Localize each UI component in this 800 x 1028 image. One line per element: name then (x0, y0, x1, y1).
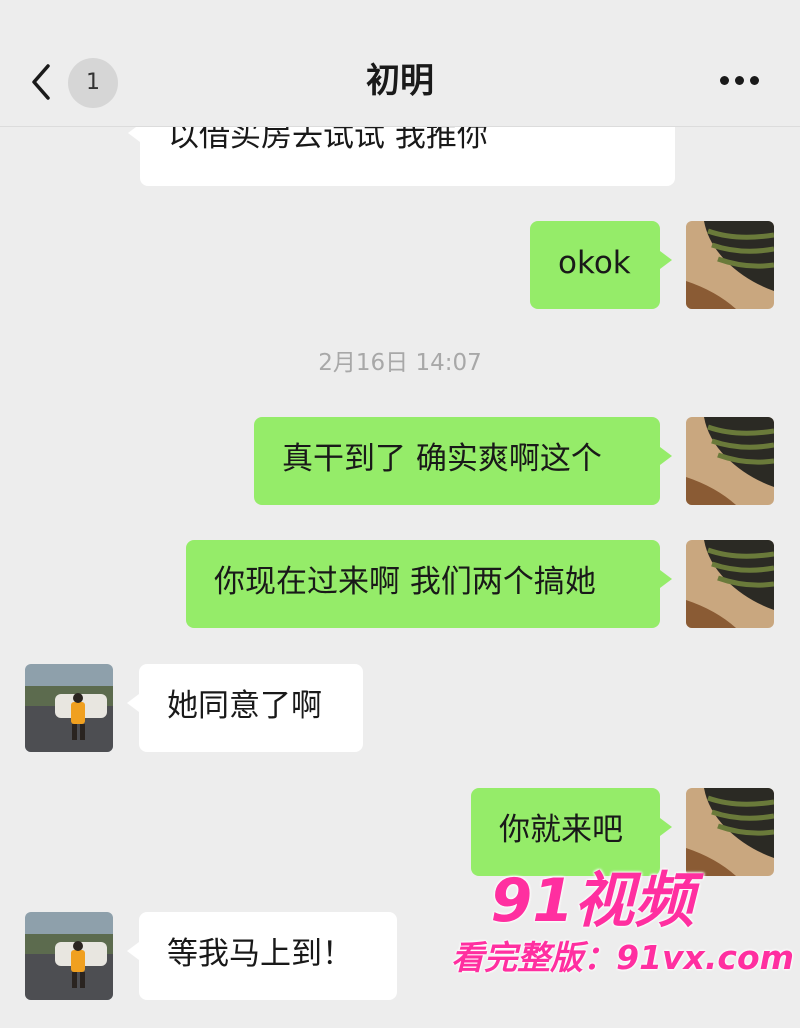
watermark-url: 看完整版：91vx.com (451, 938, 794, 977)
my-avatar[interactable] (686, 221, 774, 309)
watermark-overlay: 91视频 看完整版：91vx.com (374, 866, 794, 1016)
contact-name: 初明 (366, 61, 434, 101)
message-bubble-outgoing[interactable]: 你现在过来啊 我们两个搞她 (186, 540, 672, 628)
sweater-photo-icon (686, 221, 774, 309)
more-options-button[interactable] (718, 70, 762, 92)
message-text: 你现在过来啊 我们两个搞她 (214, 564, 596, 600)
street-photo-icon (25, 912, 113, 1000)
message-text: 等我马上到！ (167, 936, 353, 972)
more-dot-icon (735, 76, 744, 85)
message-text: okok (558, 245, 631, 281)
chat-header: 1 初明 (0, 0, 800, 127)
message-bubble-incoming[interactable]: 等我马上到！ (127, 912, 397, 1000)
my-avatar[interactable] (686, 788, 774, 876)
contact-avatar[interactable] (25, 912, 113, 1000)
watermark-logo: 91视频 (490, 866, 695, 936)
message-text: 真干到了 确实爽啊这个 (282, 441, 602, 477)
message-text: 你就来吧 (499, 812, 623, 848)
my-avatar[interactable] (686, 417, 774, 505)
message-bubble-outgoing[interactable]: 真干到了 确实爽啊这个 (254, 417, 672, 505)
more-dot-icon (750, 76, 759, 85)
message-bubble-outgoing[interactable]: 你就来吧 (471, 788, 672, 876)
sweater-photo-icon (686, 788, 774, 876)
message-bubble-outgoing[interactable]: okok (530, 221, 672, 309)
more-dot-icon (720, 76, 729, 85)
contact-avatar[interactable] (25, 664, 113, 752)
my-avatar[interactable] (686, 540, 774, 628)
message-bubble-incoming[interactable]: 她同意了啊 (127, 664, 363, 752)
message-text: 她同意了啊 (167, 688, 322, 724)
sweater-photo-icon (686, 540, 774, 628)
street-photo-icon (25, 664, 113, 752)
sweater-photo-icon (686, 417, 774, 505)
message-timestamp: 2月16日 14:07 (318, 350, 482, 376)
